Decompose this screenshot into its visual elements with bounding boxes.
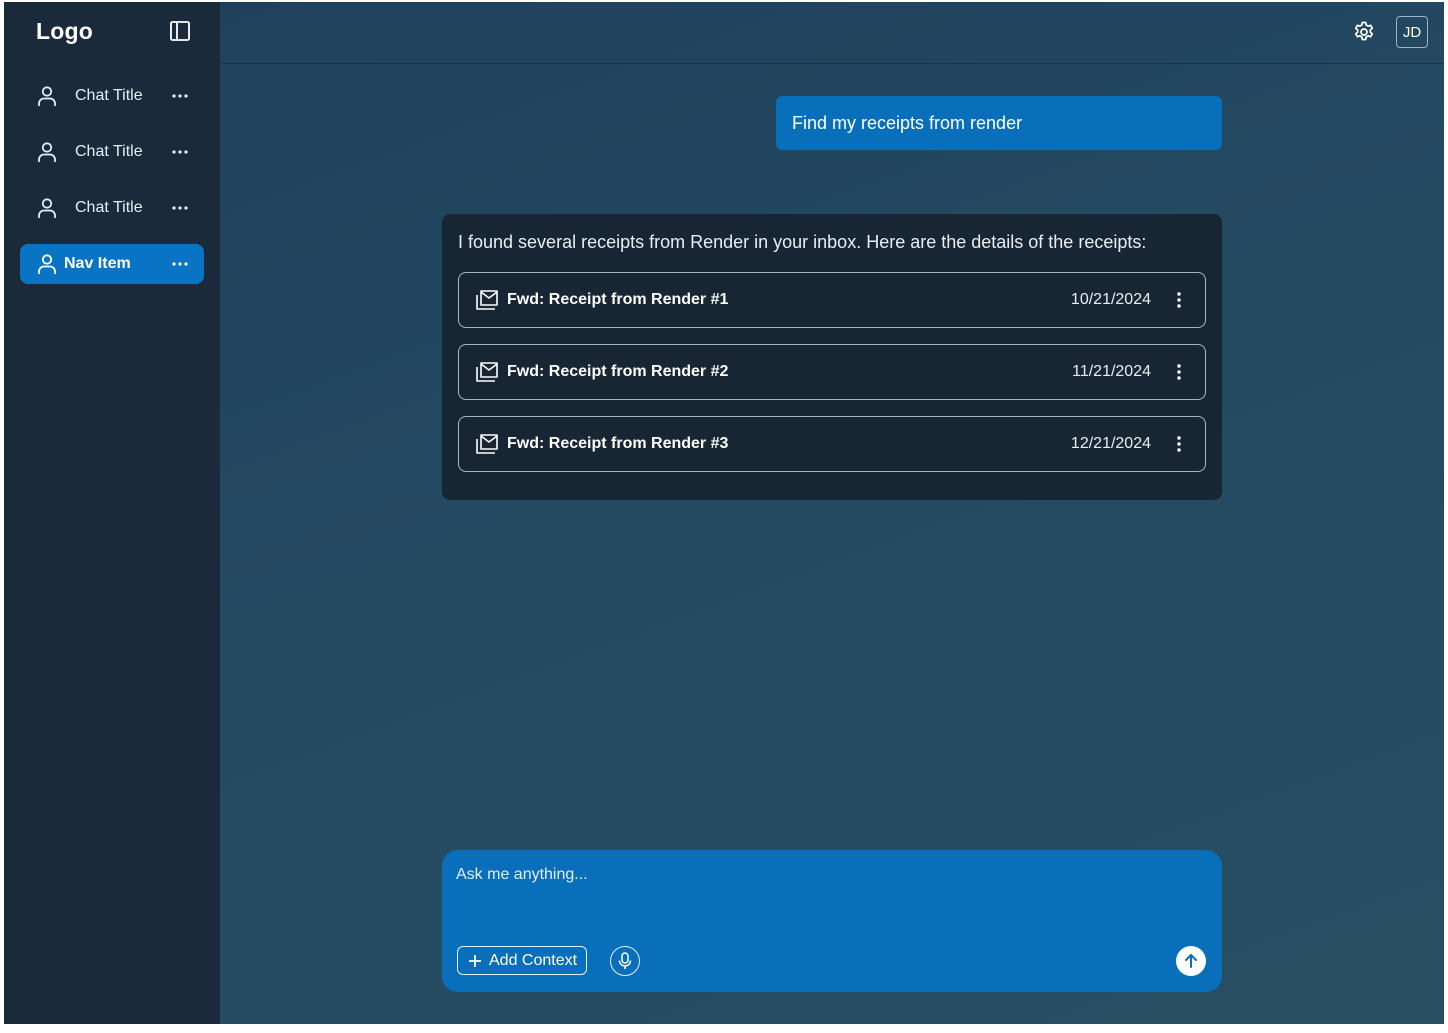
user-icon <box>36 141 58 163</box>
receipt-subject: Fwd: Receipt from Render #3 <box>507 435 729 452</box>
message-input[interactable] <box>456 866 1196 926</box>
send-arrow-icon[interactable] <box>1176 946 1206 976</box>
kebab-menu-icon[interactable] <box>1169 290 1189 310</box>
more-options-icon[interactable] <box>170 254 190 274</box>
sidebar-item-label: Chat Title <box>75 143 143 160</box>
add-context-button[interactable]: Add Context <box>457 946 588 975</box>
sidebar-item-nav-item[interactable]: Nav Item <box>20 244 204 284</box>
sidebar-toggle-icon[interactable] <box>168 19 192 43</box>
user-icon <box>36 253 58 275</box>
kebab-menu-icon[interactable] <box>1169 434 1189 454</box>
receipt-subject: Fwd: Receipt from Render #2 <box>507 363 729 380</box>
microphone-icon[interactable] <box>610 946 640 976</box>
mail-stack-icon <box>475 432 499 456</box>
sidebar-item-chat-3[interactable]: Chat Title <box>20 188 204 228</box>
user-message-bubble: Find my receipts from render <box>776 96 1222 150</box>
receipt-item-3[interactable]: Fwd: Receipt from Render #3 12/21/2024 <box>458 416 1206 472</box>
sidebar: Logo Chat Title Chat Title Chat Title Na… <box>4 2 220 1024</box>
kebab-menu-icon[interactable] <box>1169 362 1189 382</box>
message-composer: Add Context <box>442 850 1222 992</box>
sidebar-item-chat-1[interactable]: Chat Title <box>20 76 204 116</box>
sidebar-item-label: Chat Title <box>75 87 143 104</box>
sidebar-header: Logo <box>4 2 220 60</box>
assistant-message-card: I found several receipts from Render in … <box>442 214 1222 500</box>
receipt-date: 11/21/2024 <box>1072 363 1151 380</box>
receipt-subject: Fwd: Receipt from Render #1 <box>507 291 729 308</box>
sidebar-item-label: Chat Title <box>75 199 143 216</box>
receipt-item-2[interactable]: Fwd: Receipt from Render #2 11/21/2024 <box>458 344 1206 400</box>
chat-list: Chat Title Chat Title Chat Title Nav Ite… <box>4 60 220 284</box>
app-window: Logo Chat Title Chat Title Chat Title Na… <box>4 2 1444 1024</box>
top-bar: JD <box>220 2 1444 64</box>
gear-icon[interactable] <box>1352 20 1376 44</box>
more-options-icon[interactable] <box>170 142 190 162</box>
receipt-date: 10/21/2024 <box>1070 291 1151 308</box>
user-icon <box>36 85 58 107</box>
receipt-item-1[interactable]: Fwd: Receipt from Render #1 10/21/2024 <box>458 272 1206 328</box>
more-options-icon[interactable] <box>170 198 190 218</box>
add-context-label: Add Context <box>489 951 578 969</box>
assistant-message-text: I found several receipts from Render in … <box>458 232 1147 252</box>
avatar[interactable]: JD <box>1396 16 1428 48</box>
logo: Logo <box>36 17 93 44</box>
sidebar-item-label: Nav Item <box>64 255 131 272</box>
sidebar-item-chat-2[interactable]: Chat Title <box>20 132 204 172</box>
mail-stack-icon <box>475 288 499 312</box>
user-message-text: Find my receipts from render <box>792 112 1023 133</box>
more-options-icon[interactable] <box>170 86 190 106</box>
receipt-date: 12/21/2024 <box>1070 435 1151 452</box>
user-icon <box>36 197 58 219</box>
mail-stack-icon <box>475 360 499 384</box>
chat-area: JD Find my receipts from render I found … <box>220 2 1444 1024</box>
plus-icon <box>467 953 483 969</box>
